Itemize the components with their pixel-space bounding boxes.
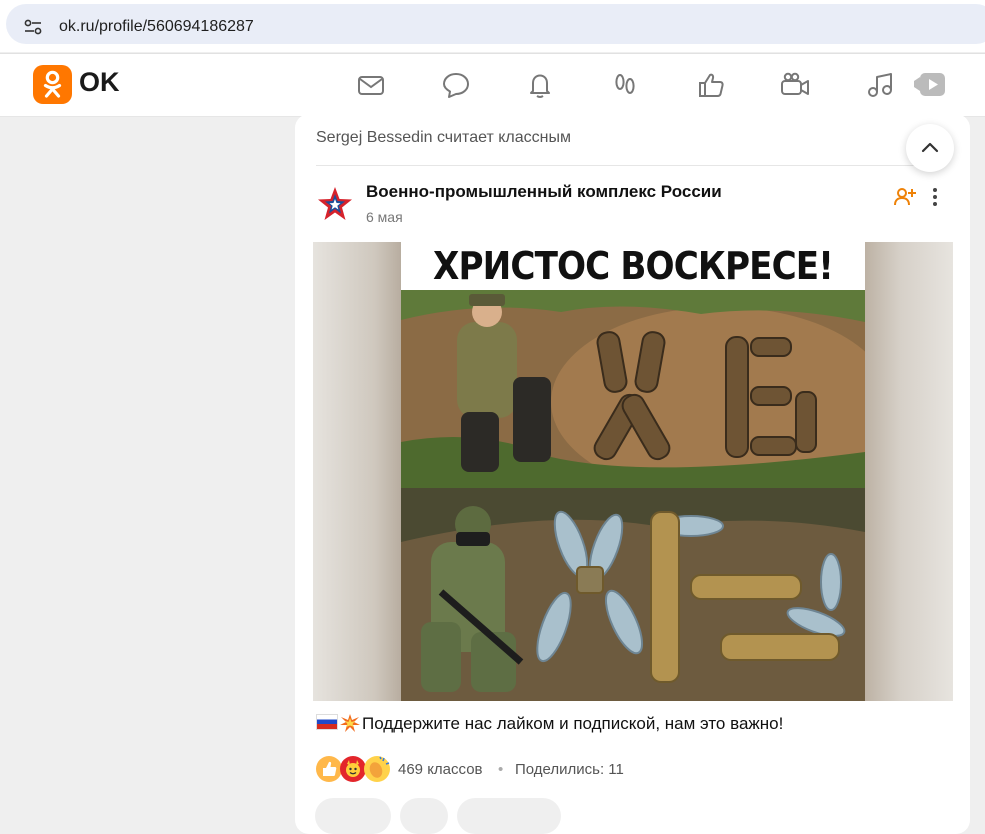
image-title-text: ХРИСТОС ВОСКРЕСЕ! <box>433 244 834 288</box>
browser-toolbar: ok.ru/profile/560694186287 <box>0 0 985 52</box>
guests-icon[interactable] <box>609 69 641 101</box>
image-blur-left <box>313 242 401 701</box>
logo-text[interactable]: OK <box>79 67 120 98</box>
more-options-icon[interactable] <box>927 186 943 208</box>
chevron-up-icon <box>921 142 939 153</box>
video-camera-icon[interactable] <box>779 69 811 101</box>
music-icon[interactable] <box>864 69 896 101</box>
liked-by-label[interactable]: Sergej Bessedin считает классным <box>316 129 571 147</box>
class-button[interactable] <box>457 798 561 834</box>
ok-logo-icon[interactable] <box>33 65 72 104</box>
like-icon[interactable] <box>695 69 727 101</box>
scroll-to-top-button[interactable] <box>906 124 954 172</box>
tune-icon[interactable] <box>24 19 42 35</box>
image-main: ХРИСТОС ВОСКРЕСЕ! <box>401 242 865 701</box>
share-button[interactable] <box>400 798 448 834</box>
post-image[interactable]: ХРИСТОС ВОСКРЕСЕ! <box>313 242 953 701</box>
like-reaction-icon <box>316 756 342 782</box>
post-caption: Поддержите нас лайком и подпиской, нам э… <box>362 714 784 733</box>
feed-card: Sergej Bessedin считает классным Военно-… <box>295 114 970 834</box>
url-text[interactable]: ok.ru/profile/560694186287 <box>59 18 254 36</box>
russian-flag-icon <box>316 714 338 730</box>
site-header: OK <box>0 53 985 117</box>
video-icon[interactable] <box>913 69 947 101</box>
image-blur-right <box>865 242 953 701</box>
address-bar[interactable]: ok.ru/profile/560694186287 <box>6 4 985 44</box>
post-text: Поддержите нас лайком и подпиской, нам э… <box>316 714 783 734</box>
chat-icon[interactable] <box>440 69 472 101</box>
devil-reaction-icon <box>340 756 366 782</box>
comment-button[interactable] <box>315 798 391 834</box>
class-count[interactable]: 469 классов <box>398 761 483 778</box>
collision-icon <box>340 714 360 732</box>
separator-dot: • <box>498 761 504 778</box>
group-star-logo-icon[interactable] <box>315 184 355 224</box>
divider <box>316 165 926 166</box>
post-date[interactable]: 6 мая <box>366 209 403 225</box>
add-subscribe-icon[interactable] <box>894 186 916 208</box>
bell-icon[interactable] <box>524 69 556 101</box>
mail-icon[interactable] <box>355 69 387 101</box>
clap-reaction-icon <box>364 756 390 782</box>
shared-count[interactable]: Поделились: 11 <box>515 761 624 778</box>
group-name-link[interactable]: Военно-промышленный комплекс России <box>366 182 722 202</box>
reactions-icons[interactable] <box>316 756 394 782</box>
